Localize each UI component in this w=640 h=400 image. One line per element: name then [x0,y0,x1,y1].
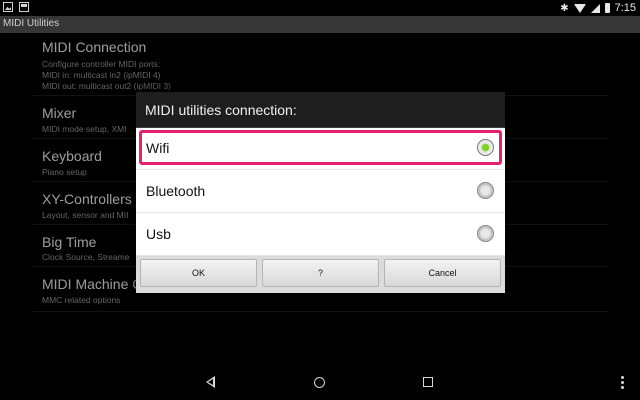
help-button[interactable]: ? [262,259,379,287]
recent-apps-icon[interactable] [423,377,433,387]
status-bar: ✱ 7:15 [0,0,640,16]
app-title: MIDI Utilities [3,18,60,29]
overflow-menu-icon[interactable] [621,376,624,390]
dialog-button-row: OK ? Cancel [136,256,505,293]
home-icon[interactable] [314,377,325,388]
bluetooth-icon: ✱ [560,2,569,14]
message-icon [19,2,29,12]
signal-icon [590,3,600,13]
radio-selected-icon[interactable] [477,139,494,156]
dialog-title: MIDI utilities connection: [145,102,297,118]
back-icon[interactable] [206,376,215,388]
photo-icon [3,2,13,12]
app-title-bar: MIDI Utilities [0,16,640,33]
option-label: Bluetooth [146,183,206,199]
battery-icon [604,3,610,13]
radio-unselected-icon[interactable] [477,225,494,242]
radio-unselected-icon[interactable] [477,182,494,199]
connection-dialog: MIDI utilities connection: Wifi Bluetoot… [136,92,505,293]
navigation-bar [0,363,640,400]
option-label: Usb [146,226,171,242]
notification-icons [3,2,29,12]
wifi-icon [573,3,586,13]
option-usb[interactable]: Usb [136,213,505,256]
system-icons: ✱ 7:15 [560,0,636,16]
dialog-title-bar: MIDI utilities connection: [136,92,505,128]
option-label: Wifi [146,140,170,156]
option-wifi[interactable]: Wifi [136,127,505,170]
cancel-button[interactable]: Cancel [384,259,501,287]
option-bluetooth[interactable]: Bluetooth [136,170,505,213]
ok-button[interactable]: OK [140,259,257,287]
clock: 7:15 [614,2,636,14]
